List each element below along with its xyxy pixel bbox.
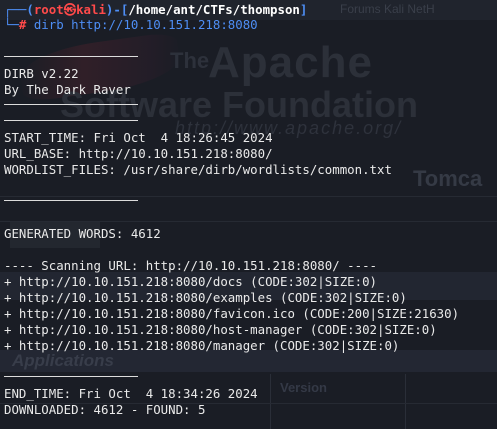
apache-logo-title: Apache [208, 38, 373, 87]
command-line: └─# dirb http://10.10.151.218:8080 [4, 17, 258, 33]
url-base: URL_BASE: http://10.10.151.218:8080/ [4, 146, 273, 161]
prompt-line: ┌──(root㉿kali)-[/home/ant/CTFs/thompson] [4, 2, 307, 18]
prompt-frame-open: ┌──( [4, 2, 34, 17]
prompt-frame-bottom: └─ [4, 17, 19, 32]
dirb-version: DIRB v2.22 [4, 66, 79, 81]
background-applications-label: Applications [12, 351, 115, 370]
result-line: + http://10.10.151.218:8080/manager (COD… [4, 338, 400, 353]
background-bookmark-links: Forums Kali NetH [340, 2, 435, 16]
prompt-at-symbol: ㉿ [63, 2, 77, 17]
end-time: END_TIME: Fri Oct 4 18:34:26 2024 [4, 386, 258, 401]
separator-rule [4, 104, 138, 105]
background-table-divider [405, 374, 406, 429]
dirb-author: By The Dark Raver [4, 82, 131, 97]
command-text: dirb http://10.10.151.218:8080 [33, 17, 258, 32]
result-line: + http://10.10.151.218:8080/favicon.ico … [4, 306, 460, 321]
prompt-host: kali [76, 2, 106, 17]
background-webpage: Forums Kali NetH The Apache Software Fou… [0, 0, 497, 429]
result-line: + http://10.10.151.218:8080/host-manager… [4, 322, 437, 337]
separator-rule [4, 56, 138, 57]
start-time: START_TIME: Fri Oct 4 18:26:45 2024 [4, 130, 273, 145]
terminal-window[interactable]: Forums Kali NetH The Apache Software Fou… [0, 0, 497, 429]
prompt-hash-icon: # [18, 17, 34, 32]
separator-rule [4, 200, 138, 201]
scanning-url: ---- Scanning URL: http://10.10.151.218:… [4, 258, 377, 273]
background-table-divider [270, 374, 271, 429]
prompt-frame-mid: )-[ [105, 2, 129, 17]
prompt-user: root [33, 2, 64, 17]
prompt-frame-close: ] [299, 2, 308, 17]
result-line: + http://10.10.151.218:8080/examples (CO… [4, 290, 407, 305]
wordlist-files: WORDLIST_FILES: /usr/share/dirb/wordlist… [4, 162, 392, 177]
tomcat-heading: Tomca [413, 166, 483, 191]
generated-words: GENERATED WORDS: 4612 [4, 226, 161, 241]
apache-logo-the: The [170, 48, 210, 73]
separator-rule [4, 376, 138, 377]
background-version-label: Version [280, 380, 327, 395]
result-line: + http://10.10.151.218:8080/docs (CODE:3… [4, 274, 377, 289]
downloaded-summary: DOWNLOADED: 4612 - FOUND: 5 [4, 402, 206, 417]
separator-rule [4, 120, 138, 121]
prompt-path: /home/ant/CTFs/thompson [128, 2, 300, 17]
